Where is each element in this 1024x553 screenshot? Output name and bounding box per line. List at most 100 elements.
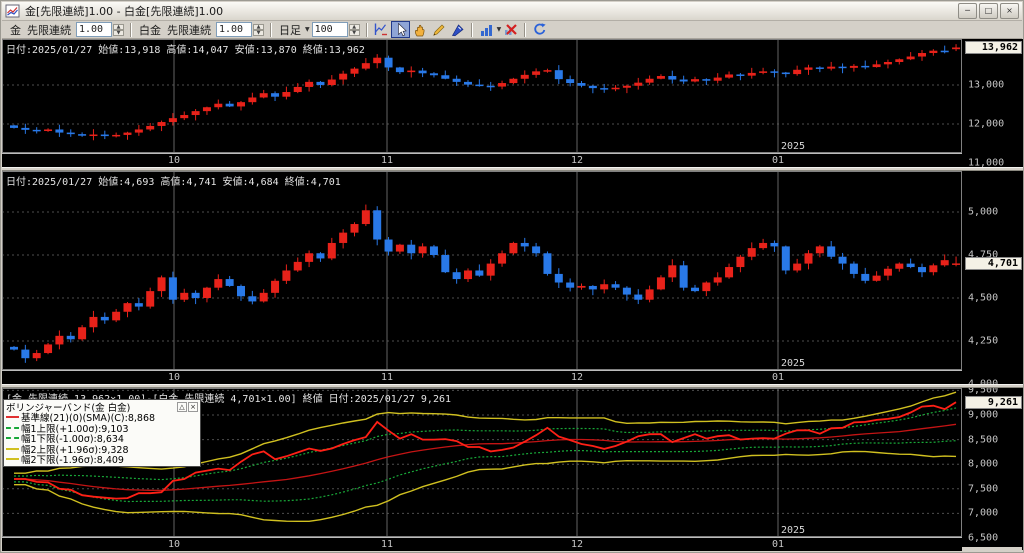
y-tick-label: 4,250	[968, 335, 999, 347]
gold-symbol-label: 金	[10, 23, 21, 37]
candle	[566, 79, 575, 84]
x-tick-label: 01	[772, 539, 785, 550]
candle	[248, 97, 257, 103]
candle	[384, 57, 393, 68]
platinum-series-label: 先限連続	[167, 23, 211, 37]
platinum-ratio-down-icon[interactable]: ▼	[253, 29, 264, 36]
pen-draw-icon[interactable]	[448, 21, 467, 38]
spread-chart-x-axis	[2, 537, 962, 551]
title-bar[interactable]: 金[先限連続]1.00 - 白金[先限連続]1.00 ─ □ ×	[2, 2, 1022, 21]
candle	[259, 93, 268, 98]
candle	[339, 232, 348, 243]
candle	[32, 353, 41, 359]
candle	[316, 81, 325, 85]
candle	[827, 66, 836, 69]
candle	[112, 311, 121, 321]
candle	[464, 270, 472, 280]
candle	[146, 291, 155, 307]
candle	[702, 79, 711, 81]
panel-separator[interactable]	[2, 167, 1023, 171]
candle	[78, 134, 87, 136]
candle	[929, 50, 938, 54]
candle	[373, 57, 382, 64]
candle	[237, 285, 245, 297]
candle	[327, 79, 336, 85]
candle	[429, 246, 438, 255]
candle	[793, 263, 802, 271]
y-tick-label: 12,000	[968, 118, 1005, 130]
y-tick-label: 9,000	[968, 409, 999, 421]
bar-count-input[interactable]: 100	[311, 22, 348, 37]
app-icon[interactable]	[5, 4, 21, 19]
candle	[577, 83, 586, 86]
candle	[554, 70, 563, 80]
candle	[384, 239, 393, 252]
x-tick-label: 12	[571, 155, 584, 166]
candle	[622, 287, 631, 295]
legend-close-icon[interactable]: ×	[188, 401, 198, 412]
close-button[interactable]: ×	[1000, 3, 1019, 19]
candle	[350, 224, 359, 233]
maximize-button[interactable]: □	[979, 3, 998, 19]
candle	[770, 242, 779, 247]
candle	[282, 270, 291, 281]
year-label: 2025	[781, 525, 806, 536]
minimize-button[interactable]: ─	[958, 3, 977, 19]
candle	[271, 280, 280, 293]
gold-ratio-input[interactable]: 1.00	[76, 22, 112, 37]
candle	[66, 132, 75, 135]
timeframe-select[interactable]: 日足	[279, 22, 301, 38]
select-arrow-icon[interactable]	[390, 21, 410, 38]
platinum-chart-plot[interactable]	[2, 171, 962, 370]
chart-style-icon[interactable]	[477, 21, 496, 38]
candle	[611, 87, 620, 90]
timeframe-dropdown-icon[interactable]: ▼	[305, 26, 310, 33]
candle	[339, 73, 348, 80]
candle	[940, 260, 949, 266]
candle	[759, 71, 768, 73]
candle	[577, 285, 586, 288]
x-tick-label: 11	[381, 155, 394, 166]
candle	[21, 127, 30, 130]
candle	[520, 242, 529, 247]
window-title: 金[先限連続]1.00 - 白金[先限連続]1.00	[25, 5, 224, 18]
legend-rows: 基準線(21)(0)(SMA)(C):8,868 幅1上限(+1.00σ):9,1…	[6, 412, 198, 466]
bar-count-down-icon[interactable]: ▼	[348, 29, 360, 36]
candle	[543, 253, 552, 274]
candle	[21, 349, 30, 359]
panel-separator[interactable]	[2, 384, 1023, 388]
candle	[498, 83, 507, 87]
x-tick-label: 12	[571, 539, 584, 550]
x-tick-label: 01	[772, 372, 785, 383]
bar-count-spinner: 100 ▲ ▼	[311, 22, 360, 37]
candle	[452, 78, 461, 82]
gold-chart-plot[interactable]	[2, 39, 962, 153]
gold-chart-x-axis	[2, 153, 962, 168]
candle	[327, 242, 336, 259]
delete-drawings-icon[interactable]	[501, 21, 520, 38]
bollinger-legend[interactable]: ボリンジャーバンド(金 白金) △ × 基準線(21)(0)(SMA)(C):8…	[3, 399, 201, 467]
platinum-ratio-input[interactable]: 1.00	[216, 22, 252, 37]
candle	[747, 248, 756, 257]
candle	[509, 242, 518, 254]
candle	[293, 86, 302, 93]
pencil-draw-icon[interactable]	[429, 21, 448, 38]
candle	[532, 71, 541, 75]
candle	[952, 263, 961, 265]
candle	[123, 132, 132, 135]
legend-collapse-icon[interactable]: △	[177, 401, 187, 412]
gold-ratio-down-icon[interactable]: ▼	[113, 29, 124, 36]
track-cursor-icon[interactable]	[372, 21, 391, 38]
candle	[918, 53, 926, 57]
candle	[679, 79, 688, 82]
gold-chart-price-marker: 13,962	[965, 40, 1022, 54]
legend-line-marker	[6, 458, 19, 461]
candle	[861, 273, 870, 281]
refresh-icon[interactable]	[530, 21, 549, 38]
chart-area[interactable]: 日付:2025/01/27 始値:13,918 高値:14,047 安値:13,…	[2, 39, 1023, 551]
pan-hand-icon[interactable]	[410, 21, 429, 38]
candle	[395, 67, 404, 73]
toolbar-separator	[365, 22, 368, 37]
y-tick-label: 8,500	[968, 434, 999, 446]
candle	[906, 263, 915, 268]
